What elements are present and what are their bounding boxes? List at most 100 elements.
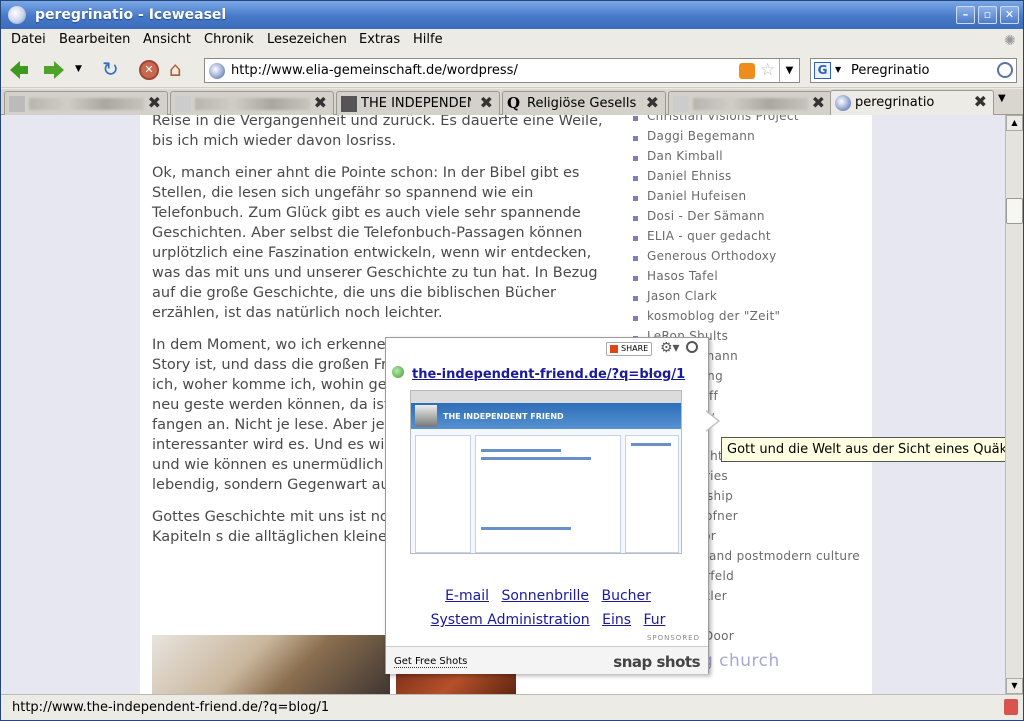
maximize-button[interactable]: ▫ [978,6,997,24]
tab-1[interactable]: ✖ [4,91,168,115]
ad-link[interactable]: Eins [602,612,631,628]
back-button[interactable] [7,57,35,83]
forward-button[interactable] [41,57,69,83]
history-dropdown[interactable]: ▼ [75,57,89,83]
preview-url-link[interactable]: the-independent-friend.de/?q=blog/1 [412,367,685,382]
browser-window: peregrinatio - Iceweasel – ▫ ✕ Datei Bea… [0,0,1024,721]
gear-icon[interactable]: ⚙▾ [660,340,680,356]
paragraph: Ok, manch einer ahnt die Pointe schon: I… [152,165,598,321]
site-thumbnail[interactable]: THE INDEPENDENT FRIEND [410,390,682,554]
url-text[interactable]: http://www.elia-gemeinschaft.de/wordpres… [231,63,518,78]
tab-list-dropdown[interactable]: ▼ [998,93,1006,104]
blogroll-link[interactable]: kosmoblog der "Zeit" [620,309,870,329]
home-button[interactable]: ⌂ [169,57,197,83]
close-tab-icon[interactable]: ✖ [974,92,987,111]
scrollbar-thumb[interactable] [1006,198,1023,224]
reload-button[interactable]: ↻ [102,57,130,83]
search-engine-icon[interactable]: G [814,62,831,79]
paragraph: Reise in die Vergangenheit und zurück. E… [152,115,603,149]
menu-bar: Datei Bearbeiten Ansicht Chronik Lesezei… [1,29,1023,51]
blogroll-link[interactable]: Christian Visions Project [620,115,870,129]
status-text: http://www.the-independent-friend.de/?q=… [12,700,330,715]
ad-link[interactable]: Fur [644,612,666,628]
tab-bar: ✖ ✖ THE INDEPENDENT F… ✖ Q Religiöse Ges… [1,89,1023,115]
menu-extras[interactable]: Extras [359,32,400,47]
search-icon[interactable] [997,62,1013,78]
url-bar[interactable]: http://www.elia-gemeinschaft.de/wordpres… [204,58,800,83]
search-bar[interactable]: G ▼ Peregrinatio [810,58,1017,83]
ad-link[interactable]: System Administration [431,612,590,628]
search-engine-dropdown[interactable]: ▼ [835,65,841,74]
tab-5[interactable]: ✖ [668,91,832,115]
bookmark-star-icon[interactable]: ☆ [760,60,775,80]
blogroll-link[interactable]: Dosi - Der Sämann [620,209,870,229]
popup-footer: Get Free Shots snap shots [386,646,708,674]
tab-favicon [835,95,851,111]
close-window-button[interactable]: ✕ [1000,6,1019,24]
thumbnail-header: THE INDEPENDENT FRIEND [411,403,681,429]
menu-chronik[interactable]: Chronik [204,32,254,47]
menu-hilfe[interactable]: Hilfe [413,32,443,47]
popup-pointer [705,410,720,432]
tab-label-blurred [693,98,808,110]
close-tab-icon[interactable]: ✖ [812,93,825,112]
get-free-shots-link[interactable]: Get Free Shots [394,656,468,668]
blogroll-link[interactable]: Dan Kimball [620,149,870,169]
tab-label: peregrinatio [855,95,935,110]
close-tab-icon[interactable]: ✖ [314,93,327,112]
title-bar[interactable]: peregrinatio - Iceweasel – ▫ ✕ [1,1,1023,29]
blogroll-link[interactable]: Hasos Tafel [620,269,870,289]
snapshots-logo[interactable]: snap shots [613,653,700,671]
stop-button[interactable]: ✕ [136,57,164,83]
stop-icon: ✕ [139,60,159,80]
ad-link[interactable]: Sonnenbrille [501,588,589,604]
share-button[interactable]: SHARE [606,342,653,356]
tab-independent[interactable]: THE INDEPENDENT F… ✖ [336,91,500,115]
tab-label-blurred [29,98,144,110]
minimize-button[interactable]: – [956,6,975,24]
zoom-icon[interactable] [686,341,698,353]
menu-datei[interactable]: Datei [11,32,46,47]
tab-peregrinatio[interactable]: peregrinatio ✖ [830,90,994,115]
thumbnail-headline [631,443,671,446]
sponsored-label: SPONSORED [646,634,700,642]
close-tab-icon[interactable]: ✖ [480,93,493,112]
tab-favicon [175,96,191,112]
close-tab-icon[interactable]: ✖ [646,93,659,112]
blogroll-link[interactable]: Daniel Ehniss [620,169,870,189]
blogroll-link[interactable]: ELIA - quer gedacht [620,229,870,249]
thumbnail-side-column [625,435,679,553]
close-tab-icon[interactable]: ✖ [148,93,161,112]
tab-2[interactable]: ✖ [170,91,334,115]
vertical-scrollbar[interactable]: ▲ ▼ [1005,115,1023,694]
link-tooltip: Gott und die Welt aus der Sicht eines Qu… [721,437,1005,462]
window-title: peregrinatio - Iceweasel [35,7,227,23]
url-dropdown[interactable]: ▼ [779,59,799,82]
status-bar: http://www.the-independent-friend.de/?q=… [1,694,1023,720]
scroll-up-button[interactable]: ▲ [1006,115,1023,131]
throbber-icon: ✺ [1004,33,1016,49]
search-input[interactable]: Peregrinatio [851,63,930,78]
addon-status-icon[interactable] [1004,699,1018,715]
menu-ansicht[interactable]: Ansicht [143,32,191,47]
thumbnail-headline [481,457,591,460]
tab-religioese[interactable]: Q Religiöse Gesellschaft… ✖ [502,91,666,115]
ad-link[interactable]: Bucher [602,588,651,604]
tab-favicon [341,96,357,112]
tab-label-blurred [195,98,310,110]
menu-bearbeiten[interactable]: Bearbeiten [59,32,130,47]
blogroll-link[interactable]: Generous Orthodoxy [620,249,870,269]
ad-link[interactable]: E-mail [445,588,489,604]
iceweasel-icon[interactable] [8,6,26,24]
blogroll-link[interactable]: Jason Clark [620,289,870,309]
blogroll-link[interactable]: Daggi Begemann [620,129,870,149]
navigation-toolbar: ▼ ↻ ✕ ⌂ http://www.elia-gemeinschaft.de/… [1,52,1023,88]
thumbnail-avatar [415,405,437,427]
snapshots-preview-popup: SHARE ⚙▾ the-independent-friend.de/?q=bl… [385,337,720,674]
scroll-down-button[interactable]: ▼ [1006,678,1023,694]
thumbnail-main-column [475,435,621,553]
rss-feed-icon[interactable] [739,63,755,79]
external-link-icon[interactable]: ⇢ [648,367,657,380]
menu-lesezeichen[interactable]: Lesezeichen [267,32,347,47]
blogroll-link[interactable]: Daniel Hufeisen [620,189,870,209]
